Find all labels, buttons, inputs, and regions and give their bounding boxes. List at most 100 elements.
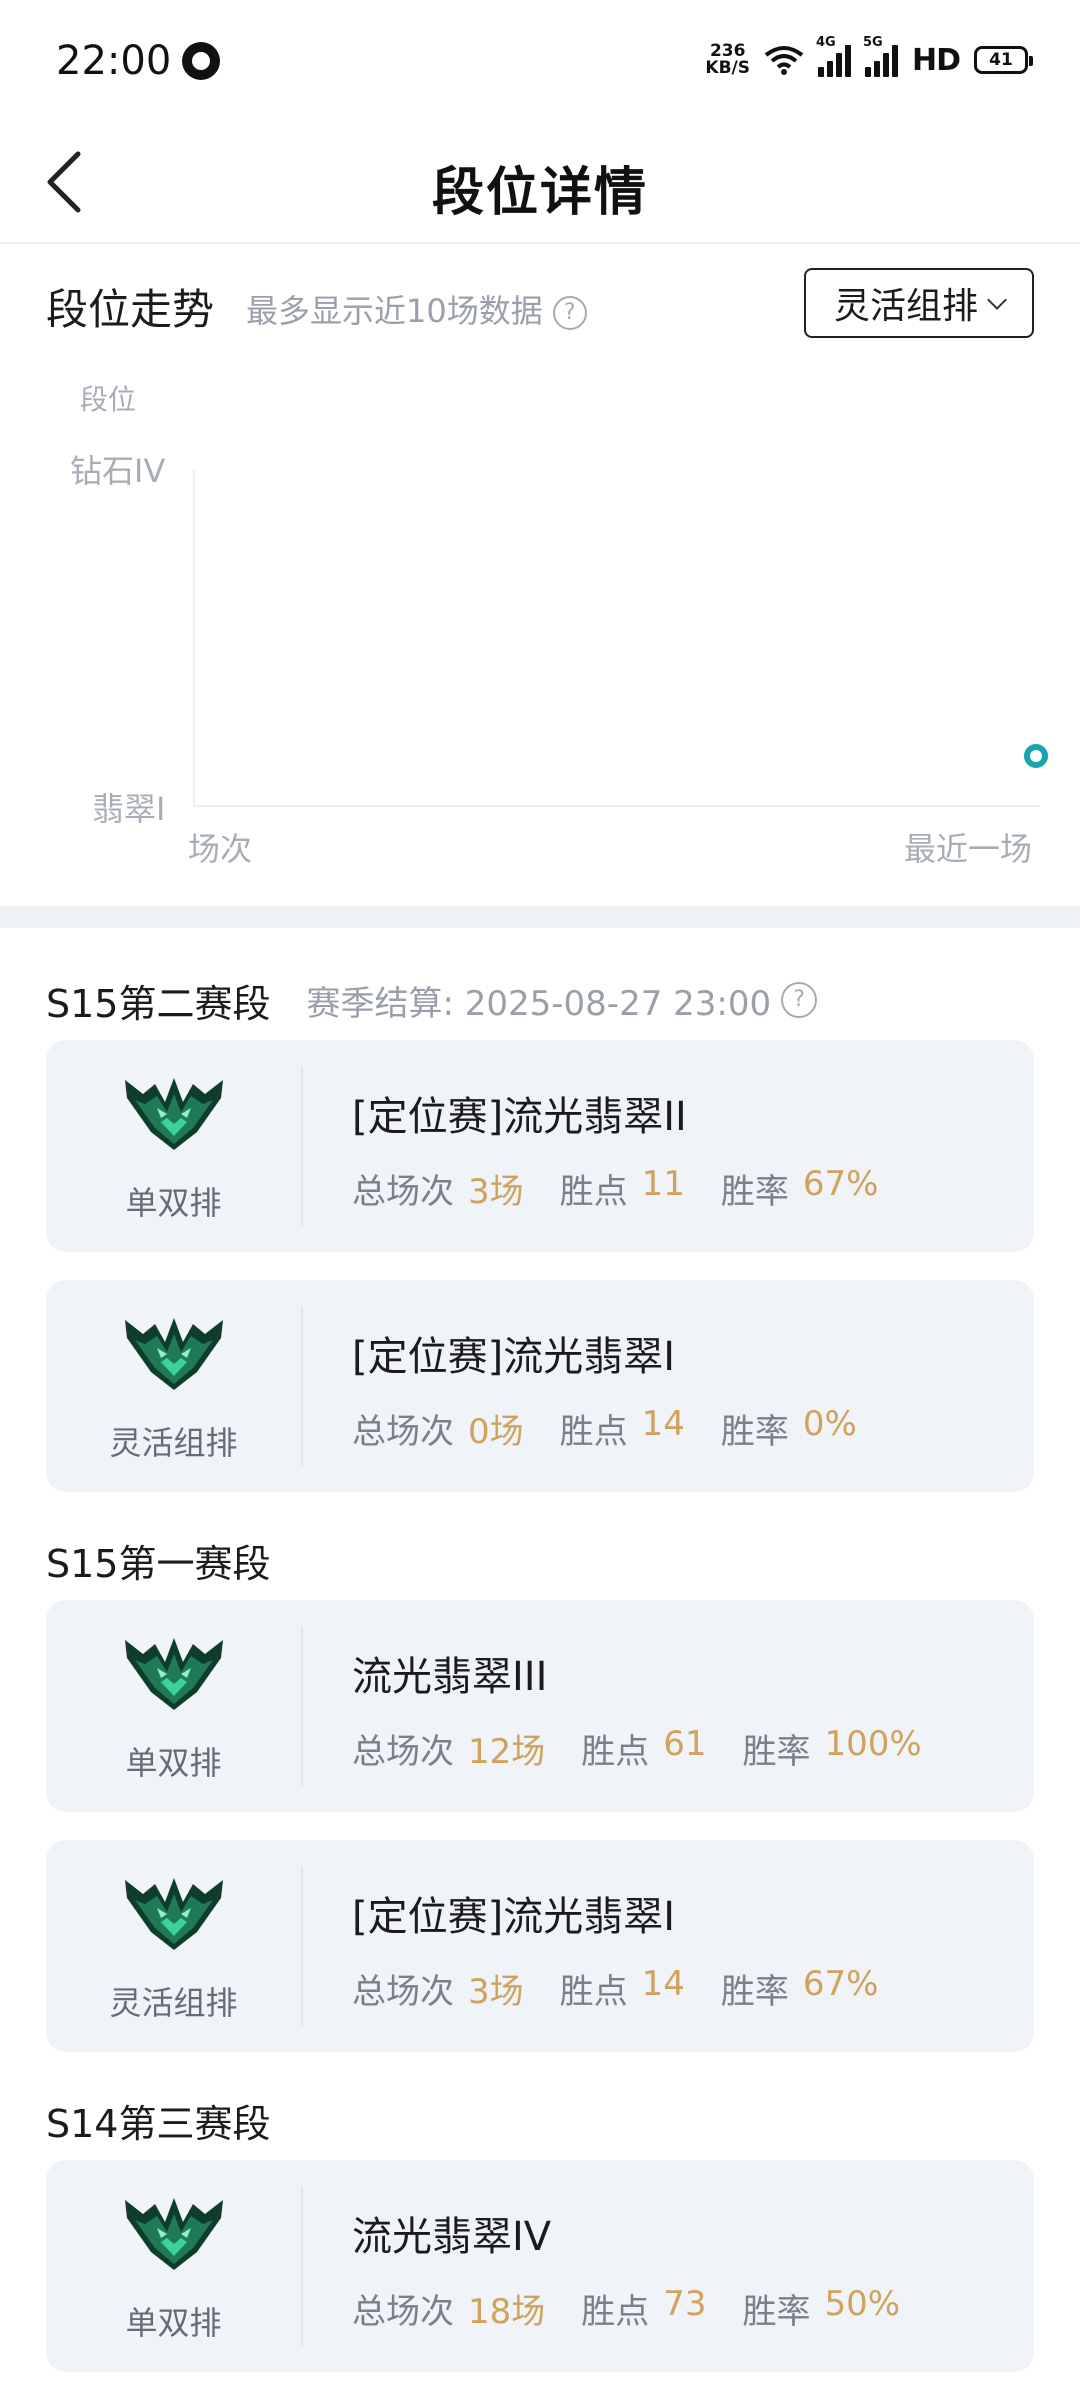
winrate-value: 100% <box>824 1724 922 1764</box>
status-icons: 236 KB/S 4G 5G HD 41 <box>705 35 1033 80</box>
winrate-label: 胜率 <box>742 1732 811 1772</box>
emerald-emblem-icon <box>121 1074 227 1152</box>
winrate-label: 胜率 <box>742 2292 811 2332</box>
season-header: S15第二赛段 赛季结算: 2025-08-27 23:00? <box>0 960 1080 1040</box>
rank-stats: 总场次 3场 胜点 11 胜率 67% <box>352 1164 914 1213</box>
x-tick-left: 场次 <box>188 830 253 868</box>
games-value: 3场 <box>468 1172 524 1212</box>
data-point <box>1024 744 1048 768</box>
nav-bar: 段位详情 <box>0 120 1080 244</box>
queue-mode-dropdown[interactable]: 灵活组排 <box>804 268 1034 338</box>
queue-mode-value: 灵活组排 <box>833 286 978 327</box>
signal-5g-label: 5G <box>862 35 883 50</box>
card-divider <box>301 1066 303 1226</box>
lp-value: 14 <box>641 1964 685 2004</box>
card-divider <box>301 1866 303 2026</box>
rank-card-left: 单双排 <box>46 1600 301 1812</box>
chevron-down-icon <box>987 290 1007 310</box>
status-bar: 22:00 236 KB/S 4G 5G HD 41 <box>0 0 1080 120</box>
lp-value: 14 <box>641 1404 685 1444</box>
rank-name: 流光翡翠IV <box>352 2214 552 2260</box>
rank-stats: 总场次 3场 胜点 14 胜率 67% <box>352 1964 914 2013</box>
games-value: 0场 <box>468 1412 524 1452</box>
trend-title: 段位走势 <box>46 285 215 334</box>
hd-icon: HD <box>911 42 961 78</box>
app-notification-icon <box>182 42 220 80</box>
rank-card[interactable]: 灵活组排 [定位赛]流光翡翠I 总场次 3场 胜点 14 胜率 67% <box>46 1840 1034 2052</box>
page-title: 段位详情 <box>431 163 648 223</box>
rank-trend-chart: 段位 钻石IV 翡翠I 场次 最近一场 <box>0 360 1080 880</box>
help-icon[interactable]: ? <box>552 296 587 330</box>
rank-name: [定位赛]流光翡翠I <box>352 1894 676 1940</box>
queue-type: 单双排 <box>125 1184 222 1222</box>
rank-card-left: 单双排 <box>46 2160 301 2372</box>
emerald-emblem-icon <box>121 1874 227 1952</box>
season-name: S15第一赛段 <box>46 1541 271 1586</box>
season-header: S14第三赛段 <box>0 2080 1080 2160</box>
rank-name: [定位赛]流光翡翠II <box>352 1094 687 1140</box>
games-label: 总场次 <box>352 2292 454 2332</box>
season-list: S15第二赛段 赛季结算: 2025-08-27 23:00? 单双排 [定位赛]… <box>0 960 1080 2400</box>
lp-label: 胜点 <box>559 1172 628 1212</box>
queue-type: 灵活组排 <box>109 1424 238 1462</box>
trend-header: 段位走势 最多显示近10场数据? 灵活组排 <box>46 268 1034 340</box>
rank-card-left: 单双排 <box>46 1040 301 1252</box>
card-divider <box>301 1626 303 1786</box>
signal-4g-icon: 4G <box>816 35 851 77</box>
lp-label: 胜点 <box>581 1732 650 1772</box>
season-settlement: 赛季结算: 2025-08-27 23:00 <box>306 983 772 1024</box>
games-label: 总场次 <box>352 1732 454 1772</box>
emerald-emblem-icon <box>121 1314 227 1392</box>
season-name: S15第二赛段 <box>46 981 271 1026</box>
trend-subtitle: 最多显示近10场数据? <box>246 286 587 332</box>
rank-stats: 总场次 12场 胜点 61 胜率 100% <box>352 1724 958 1773</box>
lp-value: 73 <box>663 2284 707 2324</box>
lp-value: 61 <box>663 1724 707 1764</box>
games-value: 18场 <box>468 2292 546 2332</box>
winrate-label: 胜率 <box>720 1412 789 1452</box>
rank-stats: 总场次 0场 胜点 14 胜率 0% <box>352 1404 893 1453</box>
lp-label: 胜点 <box>581 2292 650 2332</box>
games-value: 12场 <box>468 1732 546 1772</box>
network-speed: 236 KB/S <box>705 43 750 77</box>
chart-plot <box>193 470 1048 807</box>
signal-5g-icon: 5G <box>863 35 898 77</box>
season-header: S15第一赛段 <box>0 1520 1080 1600</box>
card-divider <box>301 1306 303 1466</box>
queue-type: 灵活组排 <box>109 1984 238 2022</box>
chart-series <box>1024 744 1048 768</box>
rank-card-left: 灵活组排 <box>46 1280 301 1492</box>
games-value: 3场 <box>468 1972 524 2012</box>
games-label: 总场次 <box>352 1972 454 2012</box>
rank-card[interactable]: 灵活组排 [定位赛]流光翡翠I 总场次 0场 胜点 14 胜率 0% <box>46 1280 1034 1492</box>
emerald-emblem-icon <box>121 1634 227 1712</box>
emerald-emblem-icon <box>121 2194 227 2272</box>
rank-card[interactable]: 单双排 流光翡翠IV 总场次 18场 胜点 73 胜率 50% <box>46 2160 1034 2372</box>
help-icon[interactable]: ? <box>781 982 818 1018</box>
section-divider <box>0 906 1080 928</box>
rank-card[interactable]: 单双排 流光翡翠III 总场次 12场 胜点 61 胜率 100% <box>46 1600 1034 1812</box>
rank-card[interactable]: 单双排 [定位赛]流光翡翠II 总场次 3场 胜点 11 胜率 67% <box>46 1040 1034 1252</box>
x-tick-right: 最近一场 <box>904 830 1033 868</box>
winrate-value: 67% <box>802 1964 879 2004</box>
lp-label: 胜点 <box>559 1972 628 2012</box>
queue-type: 单双排 <box>125 1744 222 1782</box>
season-name: S14第三赛段 <box>46 2101 271 2146</box>
games-label: 总场次 <box>352 1412 454 1452</box>
winrate-label: 胜率 <box>720 1972 789 2012</box>
games-label: 总场次 <box>352 1172 454 1212</box>
winrate-value: 0% <box>802 1404 857 1444</box>
winrate-label: 胜率 <box>720 1172 789 1212</box>
status-time: 22:00 <box>56 38 172 84</box>
lp-value: 11 <box>641 1164 685 1204</box>
rank-name: 流光翡翠III <box>352 1654 548 1700</box>
wifi-icon <box>764 46 804 75</box>
network-speed-unit: KB/S <box>705 58 750 78</box>
rank-stats: 总场次 18场 胜点 73 胜率 50% <box>352 2284 936 2333</box>
queue-type: 单双排 <box>125 2304 222 2342</box>
card-divider <box>301 2186 303 2346</box>
lp-label: 胜点 <box>559 1412 628 1452</box>
trend-subtitle-text: 最多显示近10场数据 <box>246 292 543 330</box>
signal-4g-label: 4G <box>815 35 836 50</box>
winrate-value: 50% <box>824 2284 901 2324</box>
